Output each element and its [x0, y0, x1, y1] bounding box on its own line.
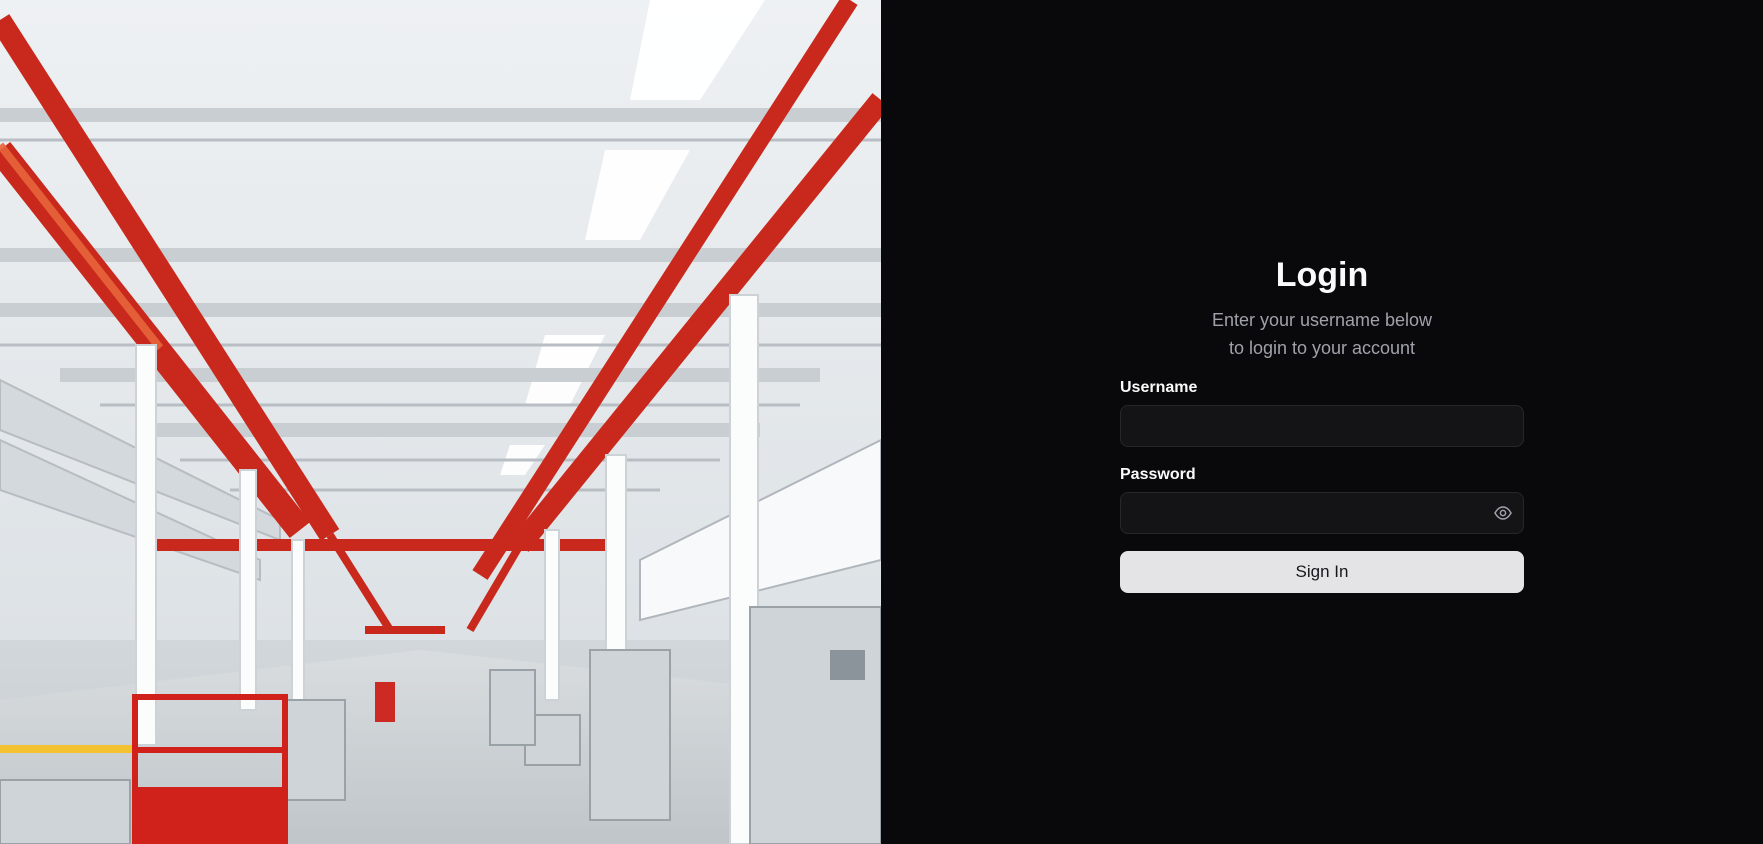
eye-icon[interactable]	[1493, 503, 1513, 523]
password-field-box	[1120, 492, 1524, 534]
login-panel: Login Enter your username below to login…	[881, 0, 1763, 844]
username-input[interactable]	[1121, 406, 1523, 446]
password-input[interactable]	[1121, 493, 1523, 533]
factory-floor-photo	[0, 0, 881, 844]
login-form: Login Enter your username below to login…	[1120, 254, 1524, 593]
login-subtitle-line-1: Enter your username below	[1211, 310, 1433, 330]
login-subtitle-line-2: to login to your account	[1228, 338, 1416, 358]
sign-in-button[interactable]: Sign In	[1120, 551, 1524, 593]
login-title: Login	[1275, 256, 1369, 294]
password-label: Password	[1120, 466, 1196, 483]
eye-icon-graphic	[1494, 506, 1512, 520]
login-subtitle: Enter your username below to login to yo…	[1120, 306, 1524, 362]
login-page: Login Enter your username below to login…	[0, 0, 1763, 844]
username-field-box	[1120, 405, 1524, 447]
factory-illustration	[0, 0, 881, 844]
username-label: Username	[1120, 379, 1198, 396]
